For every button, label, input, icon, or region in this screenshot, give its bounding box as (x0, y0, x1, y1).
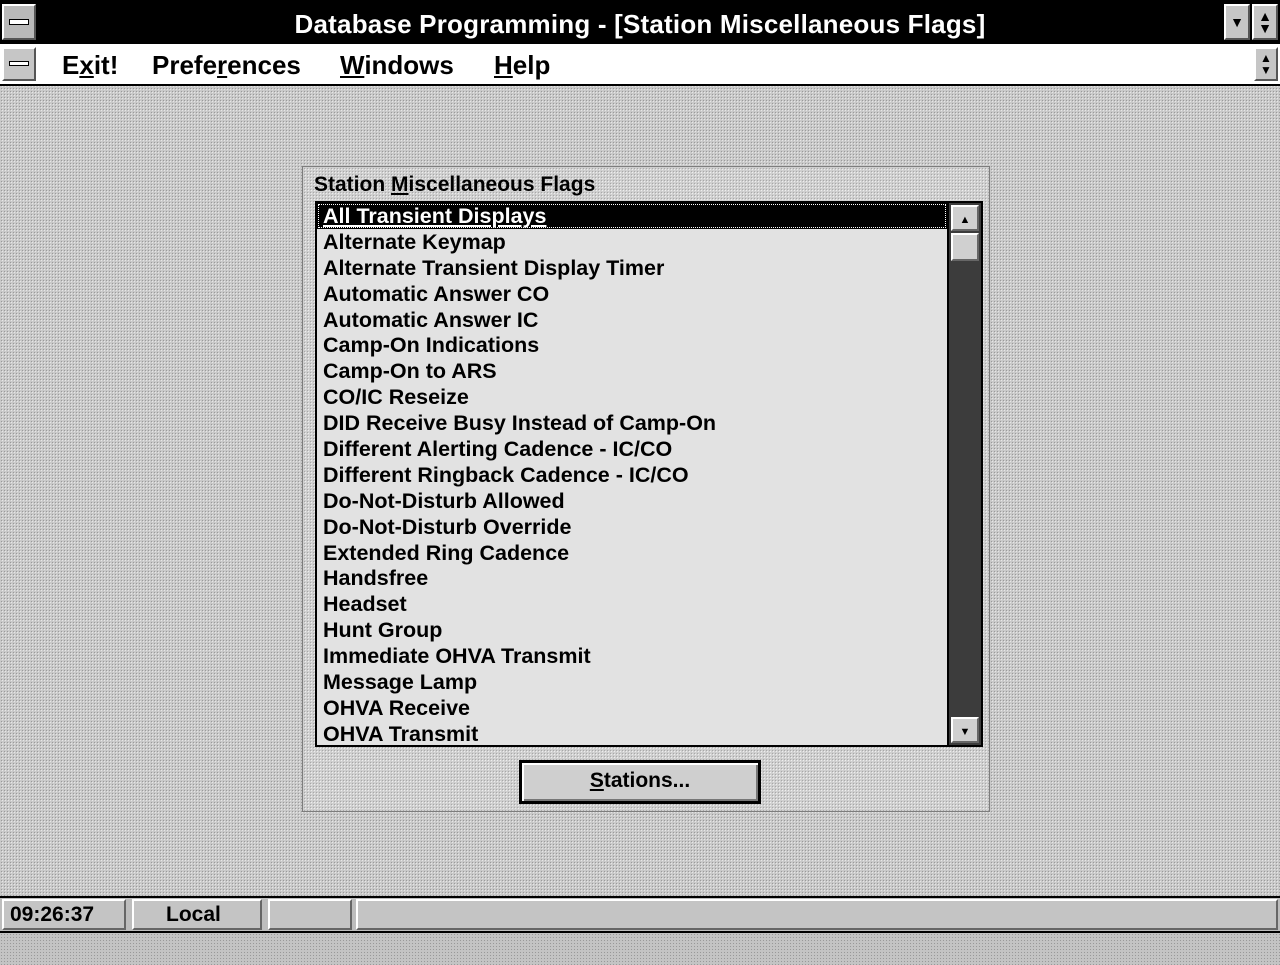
list-item[interactable]: Handsfree (317, 565, 947, 591)
document-restore-button[interactable]: ▲ ▼ (1254, 47, 1278, 81)
scroll-down-button[interactable]: ▼ (951, 717, 979, 743)
list-item[interactable]: Automatic Answer IC (317, 307, 947, 333)
restore-icon: ▲ ▼ (1258, 8, 1272, 36)
list-item[interactable]: Automatic Answer CO (317, 281, 947, 307)
list-item[interactable]: Extended Ring Cadence (317, 540, 947, 566)
menu-help[interactable]: Help (494, 50, 550, 81)
document-control-menu-icon[interactable] (2, 47, 36, 81)
list-item[interactable]: Camp-On to ARS (317, 358, 947, 384)
list-item[interactable]: Camp-On Indications (317, 332, 947, 358)
list-item[interactable]: Headset (317, 591, 947, 617)
status-time: 09:26:37 (2, 899, 126, 930)
list-item[interactable]: Different Ringback Cadence - IC/CO (317, 462, 947, 488)
list-item[interactable]: Immediate OHVA Transmit (317, 643, 947, 669)
list-item[interactable]: Do-Not-Disturb Allowed (317, 488, 947, 514)
list-item[interactable]: CO/IC Reseize (317, 384, 947, 410)
status-mode: Local (132, 899, 262, 930)
list-item[interactable]: Alternate Transient Display Timer (317, 255, 947, 281)
list-item[interactable]: DID Receive Busy Instead of Camp-On (317, 410, 947, 436)
status-field (268, 899, 352, 930)
list-item[interactable]: All Transient Displays (317, 203, 947, 229)
list-item[interactable]: Hunt Group (317, 617, 947, 643)
minimize-icon: ▼ (1230, 14, 1244, 30)
document-restore-icon: ▲ ▼ (1260, 51, 1272, 77)
status-bar: 09:26:37 Local (0, 896, 1280, 931)
menu-bar: Exit! Preferences Windows Help ▲ ▼ (0, 44, 1280, 86)
bottom-strip (0, 931, 1280, 965)
menu-exit[interactable]: Exit! (62, 50, 118, 81)
window-title: Database Programming - [Station Miscella… (294, 9, 986, 39)
stations-button[interactable]: Stations... (519, 760, 761, 804)
list-item[interactable]: Message Lamp (317, 669, 947, 695)
list-item[interactable]: Do-Not-Disturb Override (317, 514, 947, 540)
scroll-thumb[interactable] (951, 233, 979, 261)
station-flags-panel: Station Miscellaneous Flags All Transien… (302, 166, 990, 812)
menu-windows[interactable]: Windows (340, 50, 454, 81)
menu-preferences[interactable]: Preferences (152, 50, 301, 81)
arrow-down-icon: ▼ (959, 726, 971, 738)
list-item[interactable]: OHVA Receive (317, 695, 947, 721)
flags-list-label: Station Miscellaneous Flags (314, 173, 596, 196)
minimize-button[interactable]: ▼ (1224, 4, 1250, 40)
list-item[interactable]: OHVA Transmit (317, 721, 947, 745)
list-scrollbar[interactable]: ▲ ▼ (947, 203, 981, 745)
restore-button[interactable]: ▲ ▼ (1252, 4, 1278, 40)
list-item[interactable]: Alternate Keymap (317, 229, 947, 255)
list-item[interactable]: Different Alerting Cadence - IC/CO (317, 436, 947, 462)
status-message-area (356, 899, 1278, 930)
flags-listbox[interactable]: All Transient Displays Alternate Keymap Al… (315, 201, 983, 747)
arrow-up-icon: ▲ (959, 214, 971, 226)
title-bar: Database Programming - [Station Miscella… (0, 0, 1280, 44)
flags-list-items: All Transient Displays Alternate Keymap Al… (317, 203, 947, 745)
scroll-up-button[interactable]: ▲ (951, 205, 979, 231)
